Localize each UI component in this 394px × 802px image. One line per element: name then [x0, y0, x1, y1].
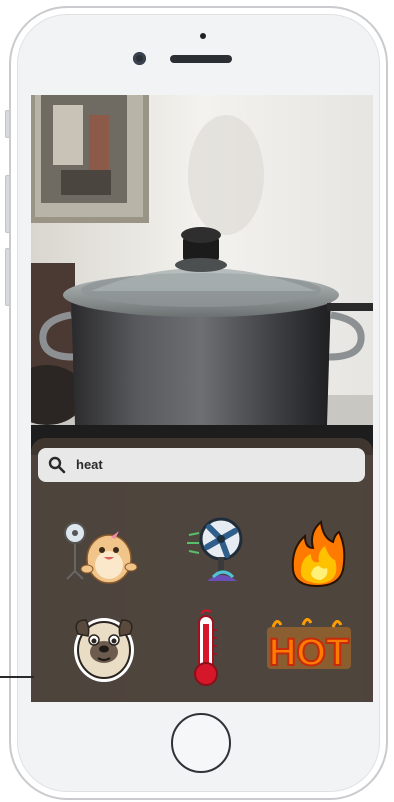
hot-text: HOT — [269, 632, 349, 674]
proximity-sensor — [200, 33, 206, 39]
hot-text-sticker[interactable]: HOT — [263, 613, 355, 683]
home-button[interactable] — [171, 713, 231, 773]
hamster-with-fan-sticker[interactable] — [61, 511, 141, 591]
search-query[interactable]: heat — [76, 457, 103, 472]
magnifier-icon — [48, 456, 66, 474]
pug-dog-sticker[interactable] — [66, 608, 146, 688]
electric-fan-sticker[interactable] — [179, 511, 259, 591]
thermometer-sticker[interactable] — [165, 608, 245, 688]
earpiece-speaker — [170, 55, 232, 63]
phone-mockup: heat HOT — [0, 0, 394, 802]
callout-line — [0, 676, 34, 678]
screen: heat HOT — [31, 95, 373, 702]
fire-sticker[interactable] — [277, 514, 357, 594]
front-camera — [133, 52, 146, 65]
sticker-search-bar[interactable]: heat — [38, 448, 365, 482]
sticker-panel: heat HOT — [31, 438, 373, 702]
